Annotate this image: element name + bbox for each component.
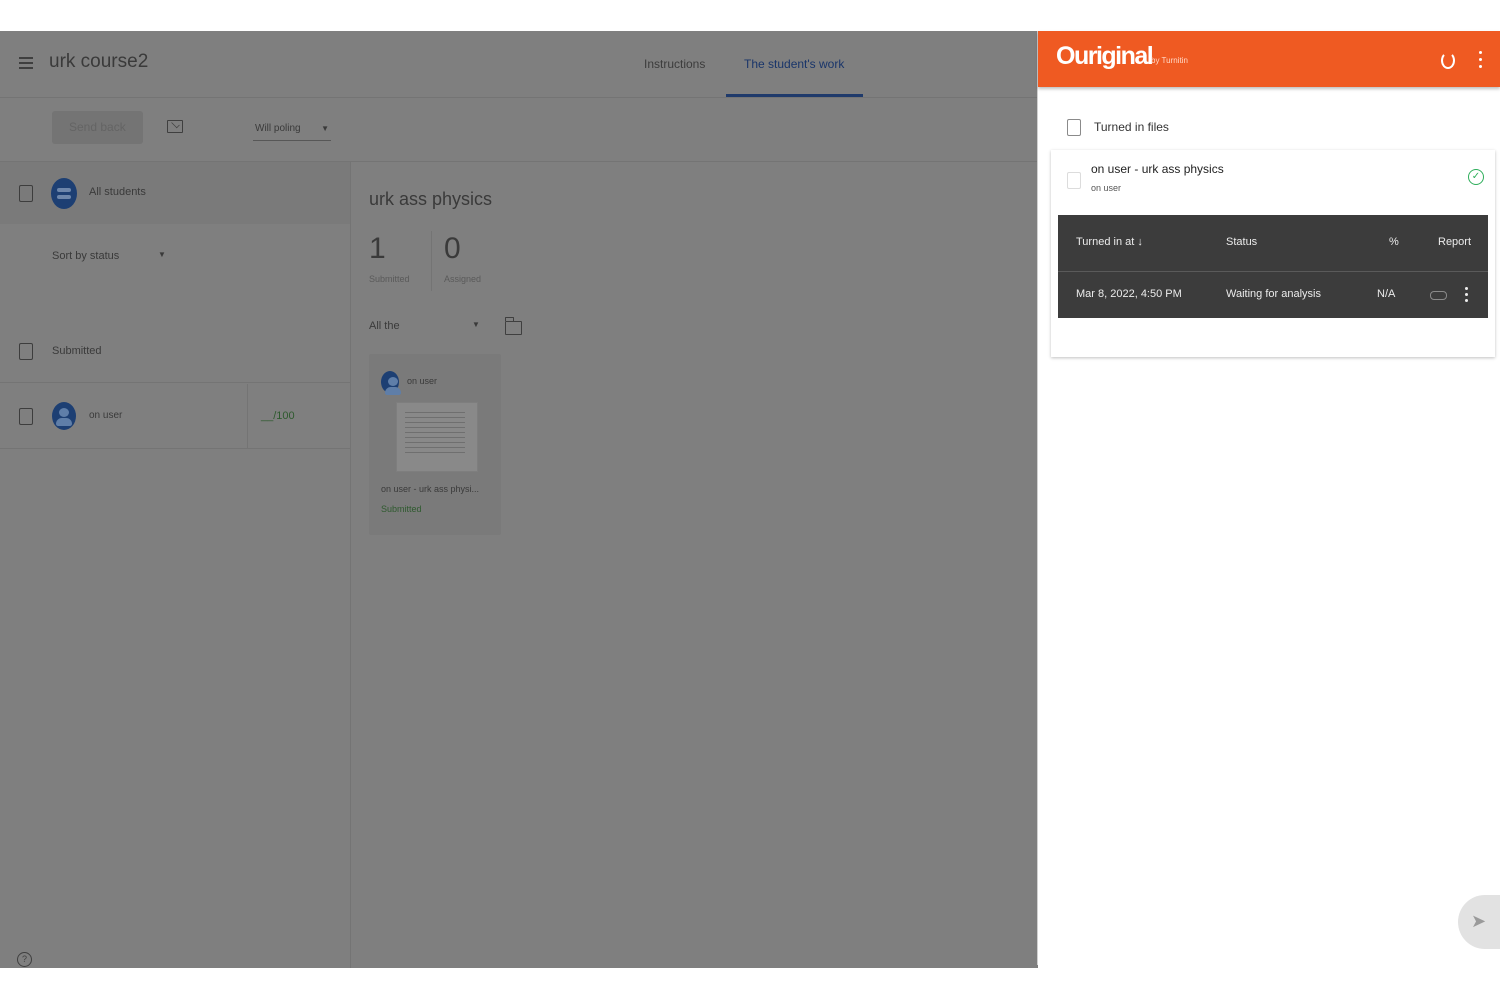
file-title: on user - urk ass physics [1091,162,1224,176]
column-header-report: Report [1438,236,1472,248]
avatar [381,371,401,395]
refresh-icon[interactable] [1441,52,1455,69]
card-status: Submitted [381,504,422,514]
all-students-label: All students [89,186,146,198]
help-icon[interactable]: ? [17,952,32,967]
card-student-name: on user [407,376,438,386]
panel-header: Ouriginal by Turnitin [1038,31,1500,87]
tab-students-work-label: The student's work [744,57,845,71]
send-back-button[interactable]: Send back [52,111,143,144]
avatar [52,402,76,430]
group-submitted-row[interactable]: Submitted [0,320,350,383]
chevron-down-icon: ▼ [472,320,480,329]
ouriginal-panel: Ouriginal by Turnitin Turned in files on… [1038,31,1500,965]
file-owner: on user [1091,183,1122,193]
filter-select-value: All the [369,320,400,332]
submitted-stat[interactable]: 1 Submitted [369,231,432,291]
folder-icon[interactable] [504,317,522,335]
card-file-name: on user - urk ass physi... [381,484,480,494]
column-header-turned-in[interactable]: Turned in at ↓ [1076,236,1143,248]
caret-down-icon: ▼ [158,250,166,259]
sort-select[interactable]: Will poling ▼ [253,121,331,141]
chevron-down-icon: ▼ [321,124,329,133]
column-header-percent: % [1389,236,1399,248]
column-header-status: Status [1226,236,1258,248]
assignment-title: urk ass physics [369,189,493,209]
submission-card[interactable]: on user on user - urk ass physi... Submi… [369,354,501,535]
all-students-row[interactable]: All students [0,162,350,224]
student-list-sidebar: All students Sort by status ▼ Submitted … [0,162,351,968]
filter-select[interactable]: All the ▼ [369,318,481,338]
group-submitted-label: Submitted [52,345,102,357]
send-back-label: Send back [69,120,126,134]
sort-by-status-label: Sort by status [52,250,120,262]
all-students-checkbox[interactable] [19,185,33,202]
assigned-label: Assigned [444,274,482,284]
more-vert-icon[interactable] [1479,51,1483,69]
brand-logo: Ouriginal [1056,42,1154,70]
student-grade[interactable]: __/100 [261,410,295,422]
student-checkbox[interactable] [19,408,33,425]
student-row[interactable]: on user __/100 [0,384,350,449]
more-vert-icon[interactable] [1465,287,1469,303]
tab-instructions[interactable]: Instructions [644,57,705,71]
cell-status: Waiting for analysis [1226,288,1321,300]
top-bar: urk course2 Instructions The student's w… [0,31,1038,98]
group-icon [51,178,77,209]
submitted-count: 1 [369,232,386,265]
email-icon[interactable] [167,119,183,133]
send-button[interactable]: ➤ [1458,895,1500,949]
group-submitted-checkbox[interactable] [19,343,33,360]
file-checkbox[interactable] [1067,172,1081,189]
toolbar: Send back Will poling ▼ [0,97,1038,162]
table-row[interactable]: Mar 8, 2022, 4:50 PM Waiting for analysi… [1058,272,1488,318]
turned-in-files-label: Turned in files [1094,120,1169,134]
sort-by-status-select[interactable]: Sort by status ▼ [52,248,172,268]
menu-icon[interactable] [19,57,33,69]
assigned-count: 0 [444,232,461,265]
grade-divider [247,384,248,448]
assigned-stat[interactable]: 0 Assigned [444,231,504,291]
file-card: on user - urk ass physics on user ✓ Turn… [1051,150,1495,357]
sort-select-value: Will poling [255,123,301,134]
check-circle-icon: ✓ [1468,169,1484,185]
document-thumbnail [396,402,478,472]
brand-subtitle: by Turnitin [1151,56,1188,65]
submitted-label: Submitted [369,274,410,284]
turned-in-files-checkbox[interactable] [1067,119,1081,136]
send-icon: ➤ [1471,911,1487,931]
classroom-app: urk course2 Instructions The student's w… [0,31,1038,968]
cell-turned-in: Mar 8, 2022, 4:50 PM [1076,288,1182,300]
link-icon[interactable] [1430,291,1447,300]
student-name: on user [89,410,123,421]
course-title: urk course2 [49,51,149,72]
submissions-table: Turned in at ↓ Status % Report Mar 8, 20… [1058,215,1488,318]
tab-students-work[interactable]: The student's work [726,31,863,97]
cell-percent: N/A [1377,288,1396,300]
